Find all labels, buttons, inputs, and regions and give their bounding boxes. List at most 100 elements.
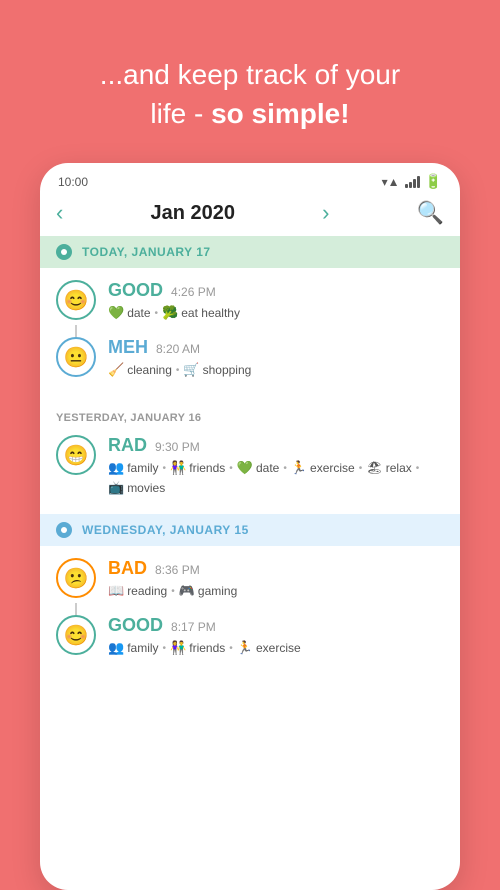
- tag-friends-wed-label: friends: [189, 641, 225, 655]
- tag-family: 👥 family: [108, 460, 159, 476]
- wednesday-entries: 😕 BAD 8:36 PM 📖 reading • 🎮: [40, 546, 460, 672]
- entry-meh-today: 😐 MEH 8:20 AM 🧹 cleaning • 🛒: [56, 329, 444, 386]
- entry-time-rad: 9:30 PM: [155, 440, 200, 454]
- mood-label-bad: BAD: [108, 558, 147, 579]
- today-entries: 😊 GOOD 4:26 PM 💚 date • 🥦: [40, 268, 460, 394]
- entry-tags-good: 💚 date • 🥦 eat healthy: [108, 305, 444, 321]
- good-face: 😊: [64, 288, 89, 313]
- wifi-icon: ▾▲: [382, 175, 400, 189]
- nav-header: ‹ Jan 2020 › 🔍: [40, 195, 460, 236]
- date-icon: 💚: [108, 305, 124, 321]
- tag-cleaning: 🧹 cleaning: [108, 362, 172, 378]
- tag-sep-2: •: [176, 365, 180, 376]
- entry-rad-yesterday: 😁 RAD 9:30 PM 👥 family • 👫 friends: [40, 429, 460, 506]
- signal-icon: [405, 176, 420, 188]
- status-time: 10:00: [58, 175, 88, 189]
- status-icons: ▾▲ 🔋: [382, 173, 442, 190]
- tag-exercise-wed: 🏃 exercise: [237, 640, 301, 656]
- entry-content-good-wed: GOOD 8:17 PM 👥 family • 👫 friends: [108, 615, 444, 656]
- tag-friends: 👫 friends: [170, 460, 225, 476]
- tag-gaming-label: gaming: [198, 584, 237, 598]
- hero-line2-bold: so simple!: [211, 98, 349, 129]
- tag-movies: 📺 movies: [108, 480, 165, 496]
- entry-time-good-wed: 8:17 PM: [171, 620, 216, 634]
- prev-month-button[interactable]: ‹: [56, 200, 63, 226]
- tag-date-rad: 💚 date: [237, 460, 280, 476]
- mood-icon-meh: 😐: [56, 337, 96, 377]
- today-header: TODAY, JANUARY 17: [40, 236, 460, 268]
- hero-line1: ...and keep track of your: [100, 55, 400, 94]
- friends-icon-wed: 👫: [170, 640, 186, 656]
- movies-icon: 📺: [108, 480, 124, 496]
- hero-line2: life - so simple!: [100, 94, 400, 133]
- rad-face: 😁: [64, 443, 89, 468]
- entry-good-today: 😊 GOOD 4:26 PM 💚 date • 🥦: [56, 272, 444, 329]
- tag-date: 💚 date: [108, 305, 151, 321]
- entry-bad-wed: 😕 BAD 8:36 PM 📖 reading • 🎮: [56, 550, 444, 607]
- wednesday-label: WEDNESDAY, JANUARY 15: [82, 523, 249, 537]
- mood-label-good: GOOD: [108, 280, 163, 301]
- mood-icon-good: 😊: [56, 280, 96, 320]
- entry-content-meh: MEH 8:20 AM 🧹 cleaning • 🛒 shopping: [108, 337, 444, 378]
- tag-shopping: 🛒 shopping: [183, 362, 251, 378]
- search-button[interactable]: 🔍: [417, 200, 444, 226]
- tag-relax-label: relax: [386, 461, 412, 475]
- mood-icon-bad: 😕: [56, 558, 96, 598]
- mood-label-good-wed: GOOD: [108, 615, 163, 636]
- tag-family-wed-label: family: [127, 641, 158, 655]
- relax-icon: 🏖: [366, 460, 383, 476]
- tag-exercise: 🏃 exercise: [291, 460, 355, 476]
- entry-tags-bad: 📖 reading • 🎮 gaming: [108, 583, 444, 599]
- wednesday-header: WEDNESDAY, JANUARY 15: [40, 514, 460, 546]
- entry-good-wed: 😊 GOOD 8:17 PM 👥 family • 👫: [56, 607, 444, 664]
- yesterday-header: YESTERDAY, JANUARY 16: [40, 402, 460, 429]
- entry-content-bad: BAD 8:36 PM 📖 reading • 🎮 gaming: [108, 558, 444, 599]
- hero-line2-prefix: life -: [150, 98, 211, 129]
- tag-sep: •: [155, 308, 159, 319]
- entry-time-bad: 8:36 PM: [155, 563, 200, 577]
- wednesday-dot: [56, 522, 72, 538]
- wednesday-section: WEDNESDAY, JANUARY 15 😕 BAD 8:36 PM 📖: [40, 514, 460, 672]
- today-section: TODAY, JANUARY 17 😊 GOOD 4:26 PM 💚 dat: [40, 236, 460, 394]
- tag-gaming: 🎮 gaming: [179, 583, 238, 599]
- entry-tags-good-wed: 👥 family • 👫 friends • 🏃 exercise: [108, 640, 444, 656]
- tag-cleaning-label: cleaning: [127, 363, 172, 377]
- mood-label-rad: RAD: [108, 435, 147, 456]
- friends-icon: 👫: [170, 460, 186, 476]
- cleaning-icon: 🧹: [108, 362, 124, 378]
- tag-movies-label: movies: [127, 481, 165, 495]
- status-bar: 10:00 ▾▲ 🔋: [40, 163, 460, 195]
- gaming-icon: 🎮: [179, 583, 195, 599]
- tag-eat-label: eat healthy: [181, 306, 240, 320]
- mood-icon-rad: 😁: [56, 435, 96, 475]
- tag-friends-wed: 👫 friends: [170, 640, 225, 656]
- next-month-button[interactable]: ›: [322, 200, 329, 226]
- battery-icon: 🔋: [425, 173, 442, 190]
- family-icon: 👥: [108, 460, 124, 476]
- entry-tags-meh: 🧹 cleaning • 🛒 shopping: [108, 362, 444, 378]
- exercise-icon-wed: 🏃: [237, 640, 253, 656]
- tag-date-rad-label: date: [256, 461, 279, 475]
- today-label: TODAY, JANUARY 17: [82, 245, 211, 259]
- tag-friends-label: friends: [189, 461, 225, 475]
- today-dot: [56, 244, 72, 260]
- tag-exercise-wed-label: exercise: [256, 641, 301, 655]
- mood-label-meh: MEH: [108, 337, 148, 358]
- family-icon-wed: 👥: [108, 640, 124, 656]
- entry-content-good: GOOD 4:26 PM 💚 date • 🥦 eat healthy: [108, 280, 444, 321]
- eat-healthy-icon: 🥦: [162, 305, 178, 321]
- tag-reading: 📖 reading: [108, 583, 167, 599]
- tag-eat-healthy: 🥦 eat healthy: [162, 305, 240, 321]
- hero-section: ...and keep track of your life - so simp…: [70, 55, 430, 133]
- yesterday-section: YESTERDAY, JANUARY 16 😁 RAD 9:30 PM 👥 fa…: [40, 402, 460, 506]
- mood-icon-good-wed: 😊: [56, 615, 96, 655]
- tag-date-label: date: [127, 306, 150, 320]
- entry-content-rad: RAD 9:30 PM 👥 family • 👫 friends •: [108, 435, 444, 496]
- month-year-label: Jan 2020: [150, 202, 235, 225]
- tag-exercise-label: exercise: [310, 461, 355, 475]
- good-face-wed: 😊: [64, 623, 89, 648]
- bad-face: 😕: [64, 566, 89, 591]
- reading-icon: 📖: [108, 583, 124, 599]
- tag-family-label: family: [127, 461, 158, 475]
- tag-reading-label: reading: [127, 584, 167, 598]
